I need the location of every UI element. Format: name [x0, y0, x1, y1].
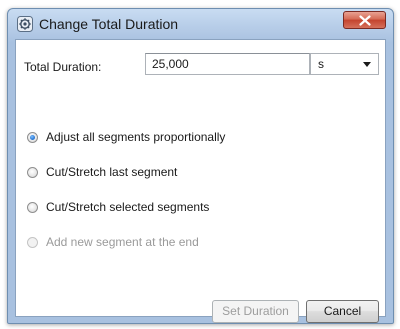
radio-option-cut-selected[interactable]: Cut/Stretch selected segments: [27, 199, 209, 215]
radio-label: Add new segment at the end: [46, 235, 199, 249]
total-duration-label: Total Duration:: [24, 60, 102, 74]
unit-selected-value: s: [318, 57, 324, 71]
window-title: Change Total Duration: [39, 16, 179, 32]
set-duration-button: Set Duration: [212, 300, 299, 323]
app-gear-icon: [17, 16, 33, 32]
radio-label: Cut/Stretch last segment: [46, 165, 178, 179]
radio-option-cut-last[interactable]: Cut/Stretch last segment: [27, 164, 177, 180]
close-button[interactable]: [343, 11, 386, 29]
radio-label: Adjust all segments proportionally: [46, 130, 226, 144]
dialog-window: Change Total Duration Total Duration: s …: [7, 8, 394, 324]
radio-label: Cut/Stretch selected segments: [46, 200, 210, 214]
radio-option-adjust-all[interactable]: Adjust all segments proportionally: [27, 129, 225, 145]
dialog-body: Total Duration: s Adjust all segments pr…: [15, 39, 386, 323]
cancel-button[interactable]: Cancel: [306, 300, 379, 323]
radio-option-add-new: Add new segment at the end: [27, 234, 199, 250]
total-duration-input[interactable]: [145, 53, 310, 75]
chevron-down-icon: [363, 62, 371, 67]
radio-button[interactable]: [27, 201, 38, 213]
close-icon: [359, 15, 371, 26]
radio-button[interactable]: [27, 166, 38, 178]
unit-dropdown[interactable]: s: [310, 53, 379, 75]
title-bar[interactable]: Change Total Duration: [8, 9, 393, 39]
radio-button: [27, 236, 38, 248]
radio-button[interactable]: [27, 131, 38, 143]
